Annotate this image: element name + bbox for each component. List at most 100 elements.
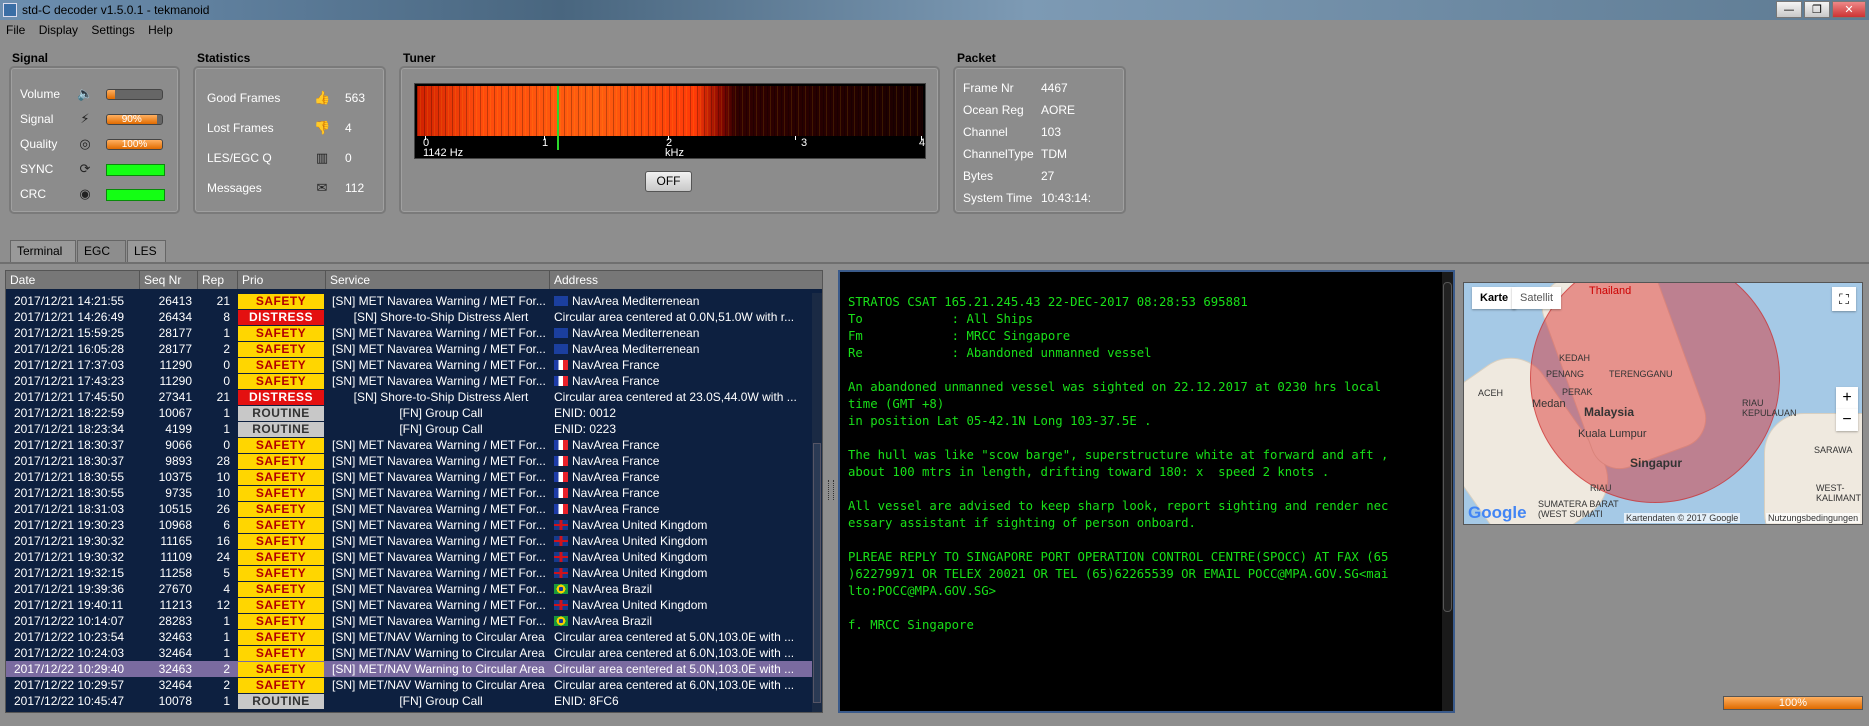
column-header-prio[interactable]: Prio — [238, 271, 326, 289]
table-row[interactable]: 2017/12/21 18:30:37 9066 0 SAFETY [SN] MET N… — [6, 437, 812, 453]
table-row[interactable]: 2017/12/21 17:43:23 11290 0 SAFETY [SN] MET … — [6, 373, 812, 389]
cell-seq: 10067 — [158, 406, 192, 420]
flag-icon — [554, 328, 568, 338]
scrollbar-thumb[interactable] — [1443, 282, 1452, 612]
table-row[interactable]: 2017/12/21 19:30:32 11109 24 SAFETY [SN] MET… — [6, 549, 812, 565]
scrollbar-thumb[interactable] — [813, 443, 821, 703]
tab-egc[interactable]: EGC — [77, 240, 126, 262]
table-row[interactable]: 2017/12/21 18:30:37 9893 28 SAFETY [SN] MET … — [6, 453, 812, 469]
address-text: NavArea United Kingdom — [572, 534, 708, 548]
table-row[interactable]: 2017/12/21 18:30:55 10375 10 SAFETY [SN] MET… — [6, 469, 812, 485]
table-row[interactable]: 2017/12/22 10:23:54 32463 1 SAFETY [SN] MET/… — [6, 629, 812, 645]
table-row[interactable]: 2017/12/21 16:05:28 28177 2 SAFETY [SN] MET … — [6, 341, 812, 357]
waterfall-spectrum[interactable]: 0 1 2 3 4 1142 Hz kHz — [414, 83, 926, 159]
menu-file[interactable]: File — [0, 20, 29, 37]
packet-value: 4467 — [1041, 81, 1068, 95]
map-attribution: Kartendaten © 2017 Google — [1624, 513, 1741, 523]
table-row[interactable]: 2017/12/21 18:23:34 4199 1 ROUTINE [FN] Grou… — [6, 421, 812, 437]
zoom-in-button[interactable]: + — [1836, 387, 1858, 409]
table-row[interactable]: 2017/12/21 19:30:23 10968 6 SAFETY [SN] MET … — [6, 517, 812, 533]
table-row[interactable]: 2017/12/21 17:37:03 11290 0 SAFETY [SN] MET … — [6, 357, 812, 373]
table-row[interactable]: 2017/12/21 18:22:59 10067 1 ROUTINE [FN] Gro… — [6, 405, 812, 421]
table-row[interactable]: 2017/12/21 14:21:55 26413 21 SAFETY [SN] MET… — [6, 293, 812, 309]
map-label: Thailand — [1589, 285, 1632, 297]
address-text: NavArea Mediterrenean — [572, 326, 700, 340]
table-row[interactable]: 2017/12/21 19:40:11 11213 12 SAFETY [SN] MET… — [6, 597, 812, 613]
table-row[interactable]: 2017/12/22 10:45:47 10078 1 ROUTINE [FN] Gro… — [6, 693, 812, 709]
cell-seq: 10078 — [158, 694, 192, 708]
flag-icon — [554, 472, 568, 482]
menu-help[interactable]: Help — [142, 20, 177, 37]
zoom-out-button[interactable]: − — [1836, 409, 1858, 431]
cell-service: [SN] MET Navarea Warning / MET For... — [332, 566, 546, 580]
menu-settings[interactable]: Settings — [85, 20, 138, 37]
cell-seq: 11290 — [159, 374, 192, 388]
cell-seq: 32463 — [158, 662, 192, 676]
table-row[interactable]: 2017/12/21 15:59:25 28177 1 SAFETY [SN] MET … — [6, 325, 812, 341]
cell-seq: 26413 — [158, 294, 192, 308]
cell-date: 2017/12/22 10:14:07 — [14, 614, 125, 628]
priority-badge: SAFETY — [238, 550, 324, 565]
map-type-satellite-button[interactable]: Satellit — [1512, 287, 1562, 309]
lightning-icon: ⚡ — [80, 112, 90, 127]
cell-service: [FN] Group Call — [399, 422, 483, 436]
maximize-button[interactable]: ❐ — [1804, 1, 1830, 18]
volume-slider[interactable] — [106, 89, 163, 100]
tuner-marker[interactable] — [557, 86, 559, 150]
cell-date: 2017/12/22 10:24:03 — [14, 646, 125, 660]
table-row[interactable]: 2017/12/22 10:29:40 32463 2 SAFETY [SN] MET/… — [6, 661, 812, 677]
tab-les[interactable]: LES — [127, 240, 166, 262]
map-terms-link[interactable]: Nutzungsbedingungen — [1766, 513, 1861, 523]
table-row[interactable]: 2017/12/22 10:14:07 28283 1 SAFETY [SN] MET … — [6, 613, 812, 629]
cell-date: 2017/12/21 19:40:11 — [14, 598, 124, 612]
table-row[interactable]: 2017/12/21 19:32:15 11258 5 SAFETY [SN] MET … — [6, 565, 812, 581]
map-label: RIAU KEPULAUAN — [1742, 398, 1797, 418]
cell-seq: 32464 — [158, 646, 192, 660]
packet-label: Frame Nr — [963, 81, 1014, 95]
table-row[interactable]: 2017/12/22 10:29:57 32464 2 SAFETY [SN] MET/… — [6, 677, 812, 693]
egc-table[interactable]: Date Seq Nr Rep Prio Service Address 201… — [5, 270, 823, 713]
column-header-rep[interactable]: Rep — [198, 271, 238, 289]
table-row[interactable]: 2017/12/21 19:30:32 11165 16 SAFETY [SN] MET… — [6, 533, 812, 549]
tick-label: 1 — [542, 137, 549, 149]
table-row[interactable]: 2017/12/21 19:39:36 27670 4 SAFETY [SN] MET … — [6, 581, 812, 597]
fullscreen-icon[interactable]: ⛶ — [1832, 287, 1856, 311]
map-label: SARAWA — [1814, 445, 1853, 455]
message-panel[interactable]: STRATOS CSAT 165.21.245.43 22-DEC-2017 0… — [838, 270, 1455, 713]
table-row[interactable]: 2017/12/21 17:45:50 27341 21 DISTRESS [SN] S… — [6, 389, 812, 405]
tick-label: 3 — [801, 137, 808, 149]
cell-address: NavArea France — [554, 357, 810, 373]
minimize-button[interactable]: — — [1776, 1, 1802, 18]
map-view[interactable]: Thailand KEDAH PENANG TERENGGANU PERAK A… — [1463, 282, 1863, 525]
table-header: Date Seq Nr Rep Prio Service Address — [6, 271, 822, 289]
split-handle[interactable] — [828, 480, 834, 500]
packet-value: 103 — [1041, 125, 1062, 139]
lost-frames-label: Lost Frames — [207, 121, 274, 135]
column-header-seq[interactable]: Seq Nr — [140, 271, 198, 289]
cell-rep: 28 — [216, 454, 230, 468]
tab-terminal[interactable]: Terminal — [10, 240, 76, 262]
crc-label: CRC — [20, 187, 46, 201]
table-row[interactable]: 2017/12/21 18:31:03 10515 26 SAFETY [SN] MET… — [6, 501, 812, 517]
les-egc-value: 0 — [345, 151, 352, 165]
table-row[interactable]: 2017/12/21 14:26:49 26434 8 DISTRESS [SN] Sh… — [6, 309, 812, 325]
packet-value: TDM — [1041, 147, 1067, 161]
table-scrollbar[interactable] — [812, 293, 822, 712]
cell-address: NavArea United Kingdom — [554, 565, 810, 581]
cell-rep: 4 — [223, 582, 230, 596]
address-text: NavArea Mediterrenean — [572, 342, 700, 356]
menu-display[interactable]: Display — [33, 20, 82, 37]
column-header-address[interactable]: Address — [550, 271, 822, 289]
cell-service: [SN] MET Navarea Warning / MET For... — [332, 374, 546, 388]
thumbs-down-icon: 👎 — [314, 121, 331, 136]
message-scrollbar[interactable] — [1442, 272, 1453, 711]
table-row[interactable]: 2017/12/22 10:24:03 32464 1 SAFETY [SN] MET/… — [6, 645, 812, 661]
tuner-off-button[interactable]: OFF — [645, 171, 692, 192]
google-logo: Google — [1468, 503, 1527, 522]
column-header-date[interactable]: Date — [6, 271, 140, 289]
map-type-map-button[interactable]: Karte — [1472, 287, 1517, 309]
column-header-service[interactable]: Service — [326, 271, 550, 289]
map-label: Kuala Lumpur — [1578, 428, 1647, 440]
close-button[interactable]: ✕ — [1832, 1, 1866, 18]
table-row[interactable]: 2017/12/21 18:30:55 9735 10 SAFETY [SN] MET … — [6, 485, 812, 501]
